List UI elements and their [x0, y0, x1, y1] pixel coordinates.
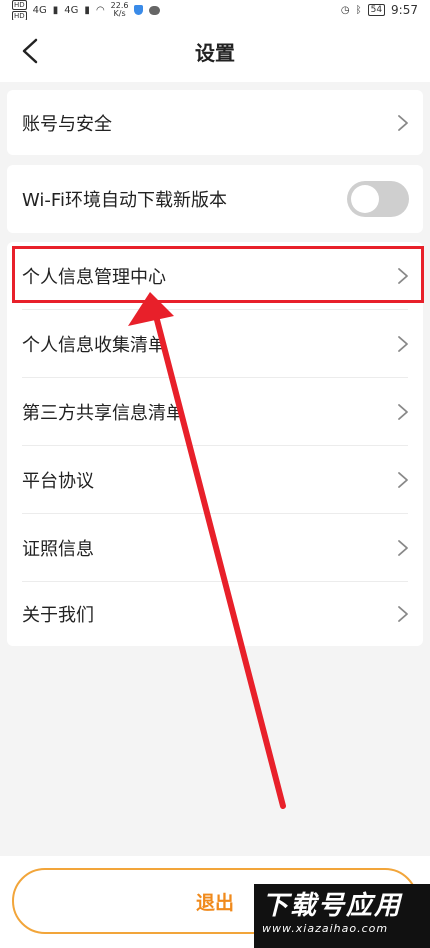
hd-tags: HD HD — [12, 0, 27, 21]
status-right: ◷ ᛒ 54 9:57 — [341, 3, 418, 17]
menu-item-personal-info-center[interactable]: 个人信息管理中心 — [7, 242, 423, 309]
chevron-right-icon — [398, 403, 408, 420]
menu-item-wifi-download: Wi-Fi环境自动下载新版本 — [7, 165, 423, 233]
menu-item-label: 第三方共享信息清单 — [22, 402, 184, 424]
menu-item-license-info[interactable]: 证照信息 — [7, 514, 423, 581]
wifi-download-toggle[interactable] — [347, 181, 409, 217]
menu-item-account-security[interactable]: 账号与安全 — [7, 90, 423, 155]
wifi-icon: ◠ — [95, 4, 105, 16]
back-arrow-icon[interactable] — [18, 38, 44, 64]
info-card: 个人信息管理中心 个人信息收集清单 第三方共享信息清单 平台协议 证照信息 关于… — [7, 242, 423, 646]
menu-item-label: 平台协议 — [22, 470, 94, 492]
chevron-right-icon — [398, 267, 408, 284]
clock-time: 9:57 — [391, 3, 418, 17]
speed-unit: K/s — [113, 9, 126, 18]
menu-item-label: 个人信息管理中心 — [22, 266, 166, 288]
watermark-main: 下载号应用 — [262, 891, 403, 921]
status-bar: HD HD 4G ▮ 4G ▮ ◠ 22.6 K/s ◷ ᛒ 54 9:57 — [0, 0, 430, 21]
menu-item-label: 账号与安全 — [22, 113, 112, 135]
menu-item-personal-info-collection[interactable]: 个人信息收集清单 — [7, 310, 423, 377]
chevron-right-icon — [398, 335, 408, 352]
chevron-right-icon — [398, 114, 408, 131]
hd-tag-bottom: HD — [12, 10, 27, 21]
menu-item-label: 关于我们 — [22, 604, 94, 626]
network-speed: 22.6 K/s — [111, 2, 129, 18]
wifi-card: Wi-Fi环境自动下载新版本 — [7, 165, 423, 233]
signal-bars-2-icon: ▮ — [84, 4, 90, 16]
menu-item-label: 个人信息收集清单 — [22, 334, 166, 356]
bluetooth-icon: ᛒ — [355, 4, 362, 16]
menu-item-about-us[interactable]: 关于我们 — [7, 580, 423, 647]
menu-item-label: Wi-Fi环境自动下载新版本 — [22, 190, 227, 211]
watermark-logo: 下载号应用 www.xiazaihao.com — [254, 884, 430, 948]
header-bar: 设置 — [0, 20, 430, 82]
account-card: 账号与安全 — [7, 90, 423, 155]
chevron-right-icon — [398, 471, 408, 488]
chevron-right-icon — [398, 539, 408, 556]
menu-item-third-party-sharing[interactable]: 第三方共享信息清单 — [7, 378, 423, 445]
shield-icon — [134, 5, 144, 15]
hd-tag-top: HD — [12, 0, 27, 10]
chat-bubble-icon — [149, 5, 161, 15]
alarm-icon: ◷ — [340, 4, 350, 16]
signal-1-label: 4G — [32, 4, 47, 16]
menu-item-platform-agreement[interactable]: 平台协议 — [7, 446, 423, 513]
chevron-right-icon — [398, 605, 408, 622]
status-left: HD HD 4G ▮ 4G ▮ ◠ 22.6 K/s — [12, 0, 161, 21]
signal-2-label: 4G — [64, 4, 79, 16]
page-title: 设置 — [195, 40, 235, 65]
toggle-knob — [351, 185, 379, 213]
signal-bars-icon: ▮ — [52, 4, 59, 16]
watermark-sub: www.xiazaihao.com — [262, 922, 389, 935]
battery-level: 54 — [367, 4, 386, 16]
menu-item-label: 证照信息 — [22, 538, 94, 560]
